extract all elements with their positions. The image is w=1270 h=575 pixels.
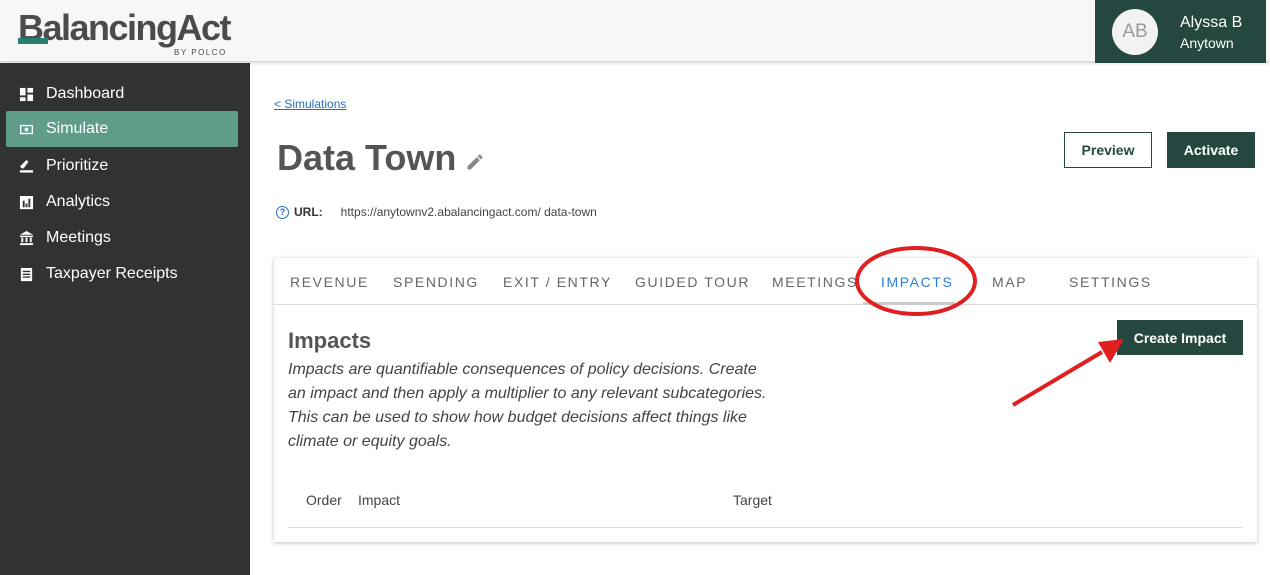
sidebar-item-label: Dashboard (46, 85, 125, 102)
user-town: Anytown (1180, 35, 1234, 51)
tab-map[interactable]: MAP (992, 274, 1027, 290)
logo-subtitle: BY POLCO (174, 48, 227, 57)
chart-icon (18, 194, 34, 210)
active-tab-indicator (863, 302, 955, 305)
sidebar-item-label: Taxpayer Receipts (46, 265, 178, 282)
column-header-order[interactable]: Order (306, 492, 342, 508)
back-to-simulations-link[interactable]: < Simulations (274, 97, 346, 111)
logo-text-rest: alancingAct (42, 7, 232, 48)
avatar: AB (1112, 9, 1158, 55)
url-row: ? URL: https://anytownv2.abalancingact.c… (276, 205, 597, 219)
sidebar: Dashboard Simulate Prioritize Analytics … (0, 63, 250, 575)
impacts-description: Impacts are quantifiable consequences of… (288, 361, 767, 450)
tab-bar: REVENUE SPENDING EXIT / ENTRY GUIDED TOU… (274, 258, 1257, 305)
question-icon[interactable]: ? (276, 205, 289, 219)
sidebar-item-meetings[interactable]: Meetings (6, 220, 238, 256)
building-icon (18, 230, 34, 246)
sidebar-item-prioritize[interactable]: Prioritize (6, 148, 238, 184)
sidebar-item-label: Simulate (46, 120, 109, 137)
scale-icon (18, 158, 34, 174)
simulation-settings-card: REVENUE SPENDING EXIT / ENTRY GUIDED TOU… (274, 258, 1257, 542)
column-header-target[interactable]: Target (733, 492, 772, 508)
activate-button[interactable]: Activate (1167, 132, 1255, 168)
tab-spending[interactable]: SPENDING (393, 274, 479, 290)
sidebar-item-analytics[interactable]: Analytics (6, 184, 238, 220)
create-impact-button[interactable]: Create Impact (1117, 320, 1243, 355)
sidebar-item-label: Prioritize (46, 157, 109, 174)
dashboard-icon (18, 86, 34, 102)
tab-exit-entry[interactable]: EXIT / ENTRY (503, 274, 612, 290)
tab-revenue[interactable]: REVENUE (290, 274, 369, 290)
user-name: Alyssa B (1180, 14, 1243, 31)
money-icon (18, 121, 34, 137)
tab-guided-tour[interactable]: GUIDED TOUR (635, 274, 750, 290)
tab-meetings[interactable]: MEETINGS (772, 274, 858, 290)
sidebar-item-taxpayer-receipts[interactable]: Taxpayer Receipts (6, 256, 238, 292)
top-bar: BalancingAct BY POLCO AB Alyssa B Anytow… (0, 0, 1270, 63)
sidebar-item-dashboard[interactable]: Dashboard (6, 76, 238, 112)
pencil-icon[interactable] (465, 152, 485, 172)
page-title: Data Town (277, 137, 457, 178)
url-label: URL: (294, 205, 323, 219)
receipt-icon (18, 266, 34, 282)
table-divider (288, 527, 1243, 528)
balancingact-logo[interactable]: BalancingAct BY POLCO (18, 7, 232, 57)
url-value: https://anytownv2.abalancingact.com/ dat… (340, 205, 597, 219)
user-menu[interactable]: AB Alyssa B Anytown (1095, 0, 1266, 63)
tab-impacts[interactable]: IMPACTS (881, 274, 953, 290)
tab-settings[interactable]: SETTINGS (1069, 274, 1152, 290)
sidebar-item-simulate[interactable]: Simulate (6, 111, 238, 147)
preview-button[interactable]: Preview (1064, 132, 1152, 168)
sidebar-item-label: Meetings (46, 229, 111, 246)
sidebar-item-label: Analytics (46, 193, 111, 210)
impacts-heading: Impacts (288, 328, 372, 353)
column-header-impact[interactable]: Impact (358, 492, 400, 508)
